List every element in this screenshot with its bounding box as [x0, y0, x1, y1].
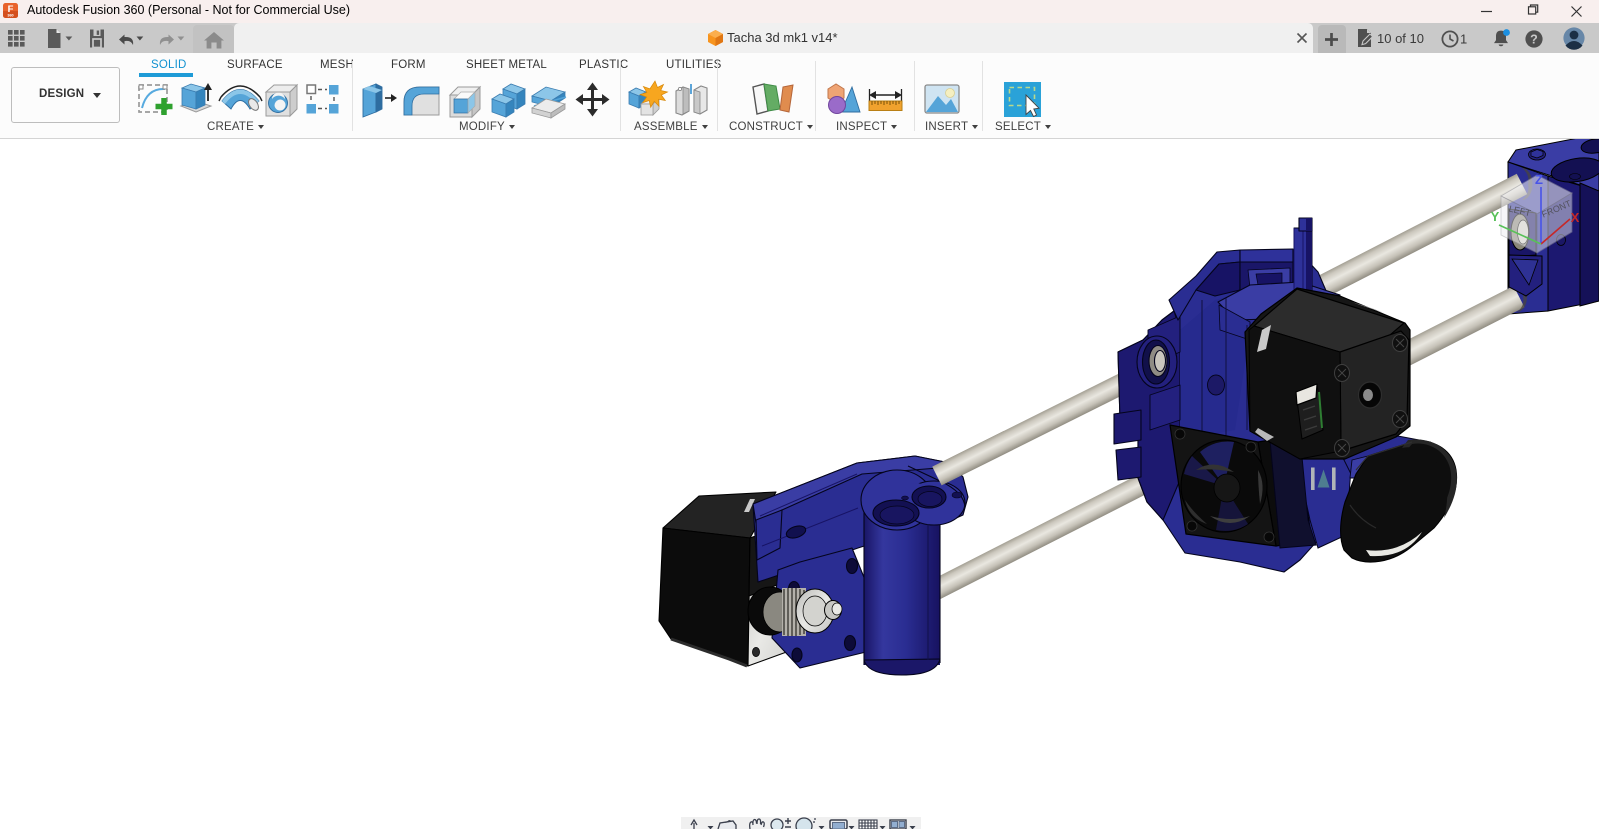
svg-text:Y: Y: [1491, 209, 1500, 224]
svg-text:10 of 10: 10 of 10: [1377, 31, 1424, 46]
svg-text:360: 360: [7, 14, 13, 18]
svg-text:1: 1: [1460, 32, 1467, 47]
svg-text:X: X: [1571, 210, 1580, 225]
svg-text:?: ?: [1530, 33, 1538, 47]
svg-text:Z: Z: [1535, 172, 1543, 187]
